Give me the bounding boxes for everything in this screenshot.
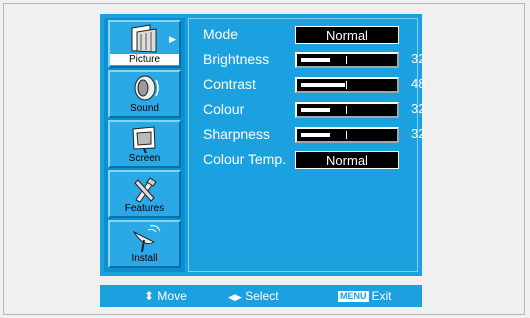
category-label: Screen xyxy=(128,153,161,164)
category-label: Sound xyxy=(130,103,159,114)
slider-fill xyxy=(301,58,330,62)
slider-fill xyxy=(301,108,330,112)
category-install[interactable]: Install xyxy=(108,220,181,268)
move-label: Move xyxy=(157,289,187,303)
brightness-label: Brightness xyxy=(203,51,270,67)
slider-fill xyxy=(301,83,345,87)
slider-center-mark xyxy=(346,131,347,139)
category-screen[interactable]: Screen xyxy=(108,120,181,168)
menu-key-badge: MENU xyxy=(338,291,369,302)
slider-center-mark xyxy=(346,56,347,64)
category-picture[interactable]: ▶ Picture xyxy=(108,20,181,68)
slider-fill xyxy=(301,133,330,137)
brightness-slider[interactable] xyxy=(295,52,399,68)
up-down-arrow-icon: ⬍ xyxy=(144,289,155,303)
select-label: Select xyxy=(245,289,279,303)
screen-icon xyxy=(131,126,156,154)
category-label: Install xyxy=(131,253,158,264)
mode-value[interactable]: Normal xyxy=(295,26,399,44)
left-right-arrow-icon: ◀▶ xyxy=(228,292,242,302)
contrast-value: 48 xyxy=(411,76,426,91)
chevron-right-icon: ▶ xyxy=(169,34,176,44)
category-features[interactable]: Features xyxy=(108,170,181,218)
colour-slider[interactable] xyxy=(295,102,399,118)
sharpness-value: 32 xyxy=(411,126,426,141)
sharpness-slider[interactable] xyxy=(295,127,399,143)
select-hint: ◀▶ Select xyxy=(228,289,279,304)
settings-panel: Mode Normal Brightness 32 Contrast 48 Co… xyxy=(188,18,425,272)
colour-label: Colour xyxy=(203,101,245,117)
category-label: Picture xyxy=(110,54,179,65)
picture-icon xyxy=(131,24,156,53)
contrast-label: Contrast xyxy=(203,76,256,92)
category-label: Features xyxy=(124,203,165,214)
colour-temp-value[interactable]: Normal xyxy=(295,151,399,169)
slider-center-mark xyxy=(346,81,347,89)
contrast-slider[interactable] xyxy=(295,77,399,93)
satellite-dish-icon xyxy=(132,225,160,253)
exit-hint: MENU Exit xyxy=(338,289,392,303)
tools-icon xyxy=(133,177,157,203)
slider-center-mark xyxy=(346,106,347,114)
mode-label: Mode xyxy=(203,26,239,42)
colour-temp-label: Colour Temp. xyxy=(203,151,287,167)
footer-hint-bar: ⬍ Move ◀▶ Select MENU Exit xyxy=(100,285,422,307)
speaker-icon xyxy=(134,75,159,101)
category-sound[interactable]: Sound xyxy=(108,70,181,118)
sharpness-label: Sharpness xyxy=(203,126,270,142)
osd-menu: ▶ Picture Sound Screen Features Install … xyxy=(100,14,425,276)
move-hint: ⬍ Move xyxy=(144,289,187,303)
exit-label: Exit xyxy=(371,289,392,303)
colour-value: 32 xyxy=(411,101,426,116)
category-sidebar: ▶ Picture Sound Screen Features Install xyxy=(104,18,185,272)
brightness-value: 32 xyxy=(411,51,426,66)
